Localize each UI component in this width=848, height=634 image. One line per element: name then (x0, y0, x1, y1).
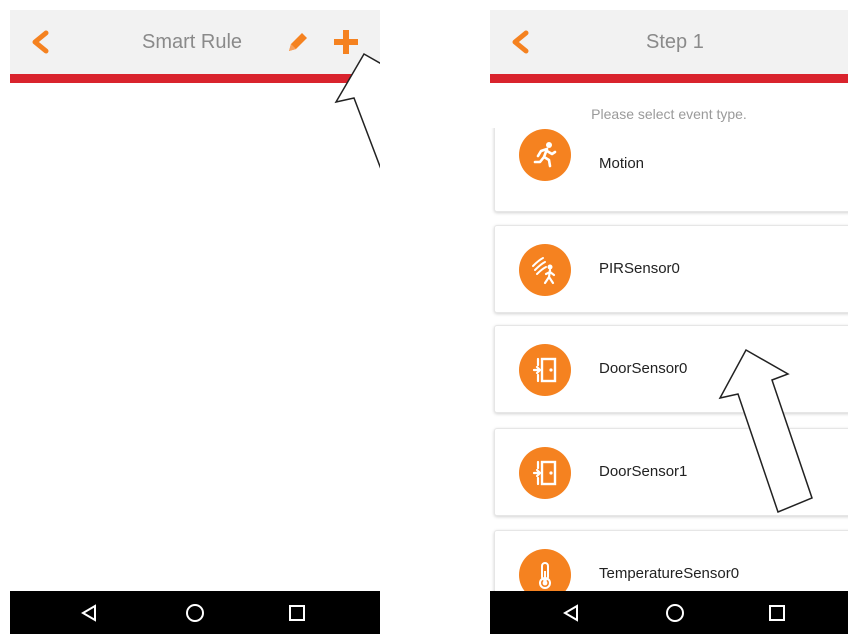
app-bar: Smart Rule (10, 10, 380, 74)
nav-recents-button[interactable] (280, 596, 314, 630)
event-icon-bg (519, 344, 571, 396)
header-divider (10, 74, 380, 83)
event-type-list: Motion PIRSensor0 DoorSensor0 DoorSensor… (490, 128, 848, 591)
event-icon-bg (519, 244, 571, 296)
event-type-prompt: Please select event type. (591, 106, 747, 122)
back-button[interactable] (500, 22, 540, 62)
header-divider (490, 74, 848, 83)
pir-sensor-icon (532, 257, 556, 285)
recents-square-icon (289, 605, 305, 621)
nav-recents-button[interactable] (760, 596, 794, 630)
left-screen: Smart Rule (10, 0, 380, 634)
list-item-pirsensor0[interactable]: PIRSensor0 (494, 225, 848, 313)
door-icon (532, 357, 557, 383)
system-nav-bar (10, 591, 380, 634)
nav-home-button[interactable] (658, 596, 692, 630)
list-item-doorsensor0[interactable]: DoorSensor0 (494, 325, 848, 413)
edit-button[interactable] (278, 22, 318, 62)
running-person-icon (533, 142, 557, 168)
page-title: Smart Rule (142, 31, 243, 53)
add-rule-button[interactable] (326, 22, 366, 62)
event-label: DoorSensor0 (599, 360, 688, 377)
back-chevron-icon (512, 30, 529, 54)
event-label: Motion (599, 155, 645, 172)
back-chevron-icon (32, 30, 49, 54)
back-triangle-icon (563, 604, 578, 622)
right-screen: Step 1 Please select event type. Motion (490, 0, 848, 634)
list-item-motion[interactable]: Motion (494, 128, 848, 212)
back-triangle-icon (81, 604, 96, 622)
plus-icon (334, 30, 358, 54)
nav-back-button[interactable] (72, 596, 106, 630)
pencil-icon (289, 33, 307, 51)
page-title: Step 1 (646, 31, 704, 53)
system-nav-bar (490, 591, 848, 634)
event-icon-bg (519, 447, 571, 499)
event-icon-bg (519, 549, 571, 591)
list-item-doorsensor1[interactable]: DoorSensor1 (494, 428, 848, 516)
nav-home-button[interactable] (178, 596, 212, 630)
home-circle-icon (186, 604, 204, 622)
back-button[interactable] (20, 22, 60, 62)
door-icon (532, 460, 557, 486)
event-label: DoorSensor1 (599, 463, 688, 480)
home-circle-icon (666, 604, 684, 622)
event-icon-bg (519, 129, 571, 181)
list-item-temperaturesensor0[interactable]: TemperatureSensor0 (494, 530, 848, 591)
app-bar: Step 1 (490, 10, 848, 74)
thermometer-icon (539, 562, 551, 589)
recents-square-icon (769, 605, 785, 621)
nav-back-button[interactable] (554, 596, 588, 630)
event-label: PIRSensor0 (599, 260, 680, 277)
event-label: TemperatureSensor0 (599, 565, 740, 582)
